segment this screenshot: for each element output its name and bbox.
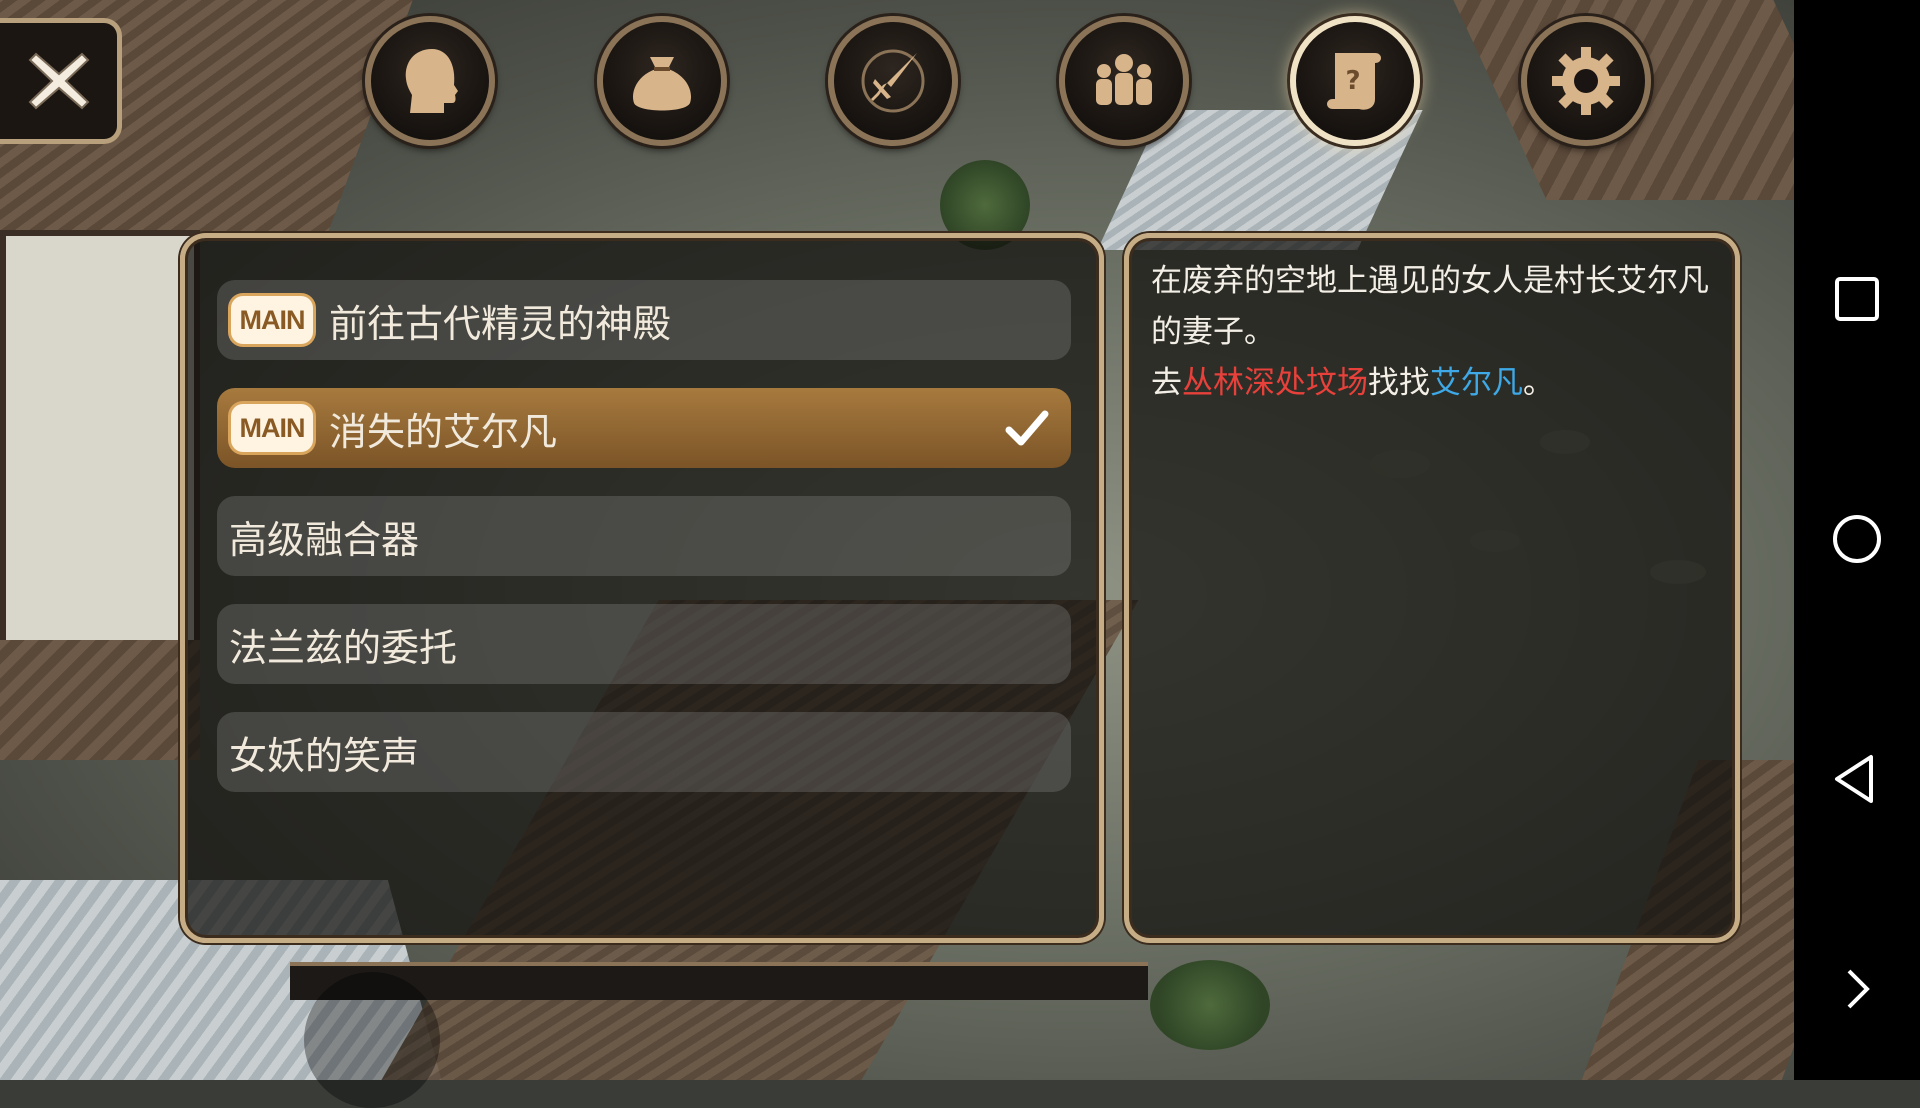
quest-item-advanced-fuser[interactable]: 高级融合器	[217, 496, 1071, 576]
home-circle-icon	[1833, 515, 1881, 563]
quest-item-missing-elvan[interactable]: MAIN 消失的艾尔凡	[217, 388, 1071, 468]
text-period: 。	[1523, 365, 1554, 401]
location-highlight: 丛林深处坟场	[1182, 365, 1368, 401]
quest-detail-panel: 在废弃的空地上遇见的女人是村长艾尔凡的妻子。 去丛林深处坟场找找艾尔凡。	[1124, 233, 1740, 943]
quest-label: 法兰兹的委托	[229, 625, 458, 670]
tab-character[interactable]	[365, 16, 495, 146]
tab-inventory[interactable]	[597, 16, 727, 146]
text-go: 去	[1151, 365, 1182, 401]
tab-skills[interactable]	[828, 16, 958, 146]
tab-settings[interactable]	[1521, 16, 1651, 146]
quest-item-franz-request[interactable]: 法兰兹的委托	[217, 604, 1071, 684]
gear-icon	[1552, 47, 1620, 115]
tab-quests[interactable]: ?	[1290, 16, 1420, 146]
text-find: 找找	[1368, 365, 1430, 401]
quest-label: 高级融合器	[229, 517, 420, 562]
home-button[interactable]	[1794, 513, 1920, 565]
main-quest-badge: MAIN	[231, 296, 313, 344]
description-line-2: 去丛林深处坟场找找艾尔凡。	[1151, 358, 1713, 409]
recent-apps-square-icon	[1835, 277, 1879, 321]
svg-text:?: ?	[1345, 66, 1360, 96]
close-x-icon	[28, 52, 89, 110]
head-silhouette-icon	[405, 49, 458, 113]
group-people-icon	[1096, 54, 1152, 105]
quest-scroll-icon: ?	[1327, 53, 1381, 110]
recent-apps-button[interactable]	[1794, 273, 1920, 325]
bag-icon	[632, 57, 692, 111]
description-line-1: 在废弃的空地上遇见的女人是村长艾尔凡的妻子。	[1151, 263, 1709, 350]
expand-chevron-icon	[1847, 969, 1870, 1009]
close-button[interactable]	[0, 18, 122, 144]
quest-label: 女妖的笑声	[229, 733, 420, 778]
quest-label: 前往古代精灵的神殿	[329, 301, 672, 346]
back-triangle-icon	[1835, 755, 1873, 803]
expand-button[interactable]	[1794, 963, 1920, 1015]
main-quest-badge: MAIN	[231, 404, 313, 452]
person-highlight: 艾尔凡	[1430, 365, 1523, 401]
quest-label: 消失的艾尔凡	[329, 409, 558, 454]
quest-item-banshee-laugh[interactable]: 女妖的笑声	[217, 712, 1071, 792]
system-navigation-bar	[1794, 0, 1920, 1080]
checkmark-icon	[1005, 410, 1049, 446]
quest-description: 在废弃的空地上遇见的女人是村长艾尔凡的妻子。 去丛林深处坟场找找艾尔凡。	[1151, 256, 1713, 409]
quest-item-temple[interactable]: MAIN 前往古代精灵的神殿	[217, 280, 1071, 360]
sword-compass-icon	[861, 49, 925, 113]
tab-party[interactable]	[1059, 16, 1189, 146]
virtual-joystick[interactable]	[304, 972, 440, 1108]
quest-list-panel: MAIN 前往古代精灵的神殿 MAIN 消失的艾尔凡 高级融合器 法兰兹的委托 …	[180, 233, 1104, 943]
back-button[interactable]	[1794, 753, 1920, 805]
